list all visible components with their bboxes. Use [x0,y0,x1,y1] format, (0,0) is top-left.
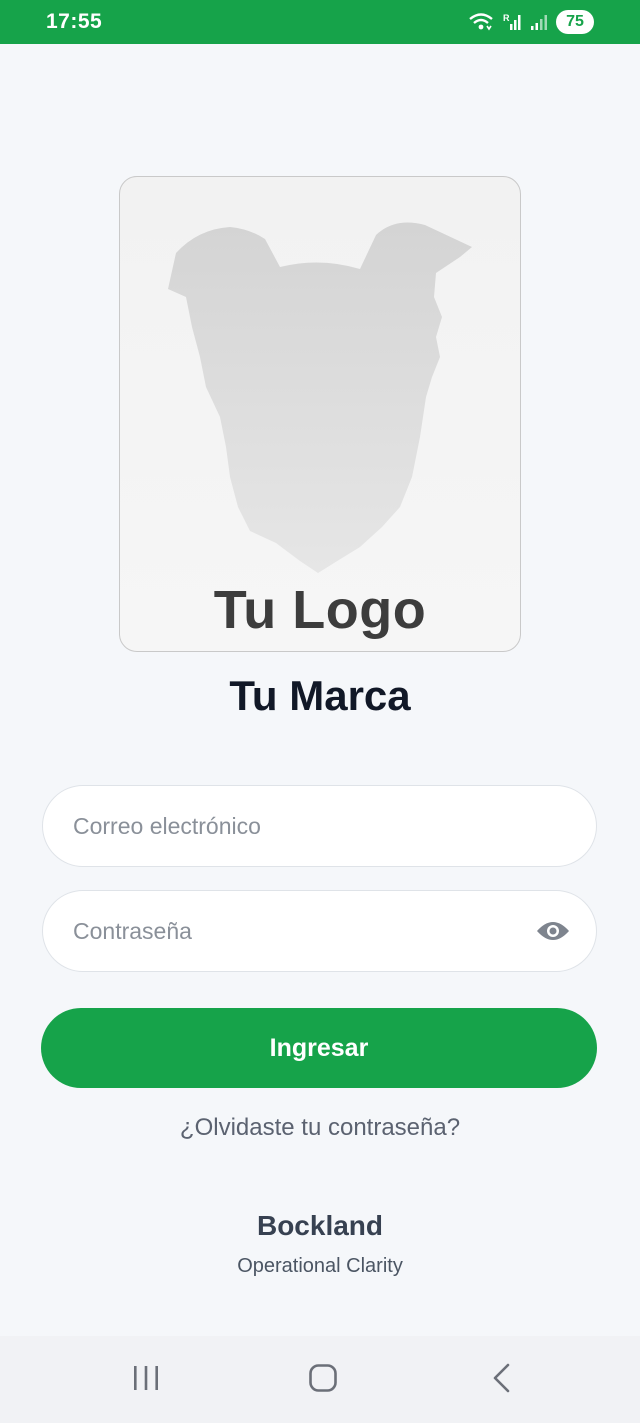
status-time: 17:55 [46,10,103,33]
email-input[interactable] [73,812,566,840]
signal-r-icon: R [502,12,522,32]
password-field[interactable] [42,890,597,972]
password-input[interactable] [73,917,535,945]
login-button[interactable]: Ingresar [41,1008,597,1088]
navigation-bar [0,1336,640,1423]
logo-text: Tu Logo [213,580,427,640]
footer-company-name: Bockland [256,1210,384,1241]
svg-text:R: R [503,13,510,23]
back-icon[interactable] [472,1356,532,1400]
signal-icon [530,12,548,32]
home-icon[interactable] [293,1356,353,1400]
show-password-icon[interactable] [535,911,572,951]
login-screen: 17:55 R 75 Tu Logo Tu Marca Correo elect… [0,0,640,1423]
recent-apps-icon[interactable] [116,1356,176,1400]
status-icons: R 75 [468,10,594,34]
status-bar: 17:55 R 75 [0,0,640,44]
wifi-icon [468,12,494,32]
forgot-password-link[interactable]: ¿Olvidaste tu contraseña? [0,1114,640,1142]
footer-tagline: Operational Clarity [237,1255,403,1277]
logo-placeholder: Tu Logo [119,176,521,652]
email-field[interactable] [42,785,597,867]
battery-icon: 75 [556,10,594,34]
brand-title: Tu Marca [229,672,411,719]
